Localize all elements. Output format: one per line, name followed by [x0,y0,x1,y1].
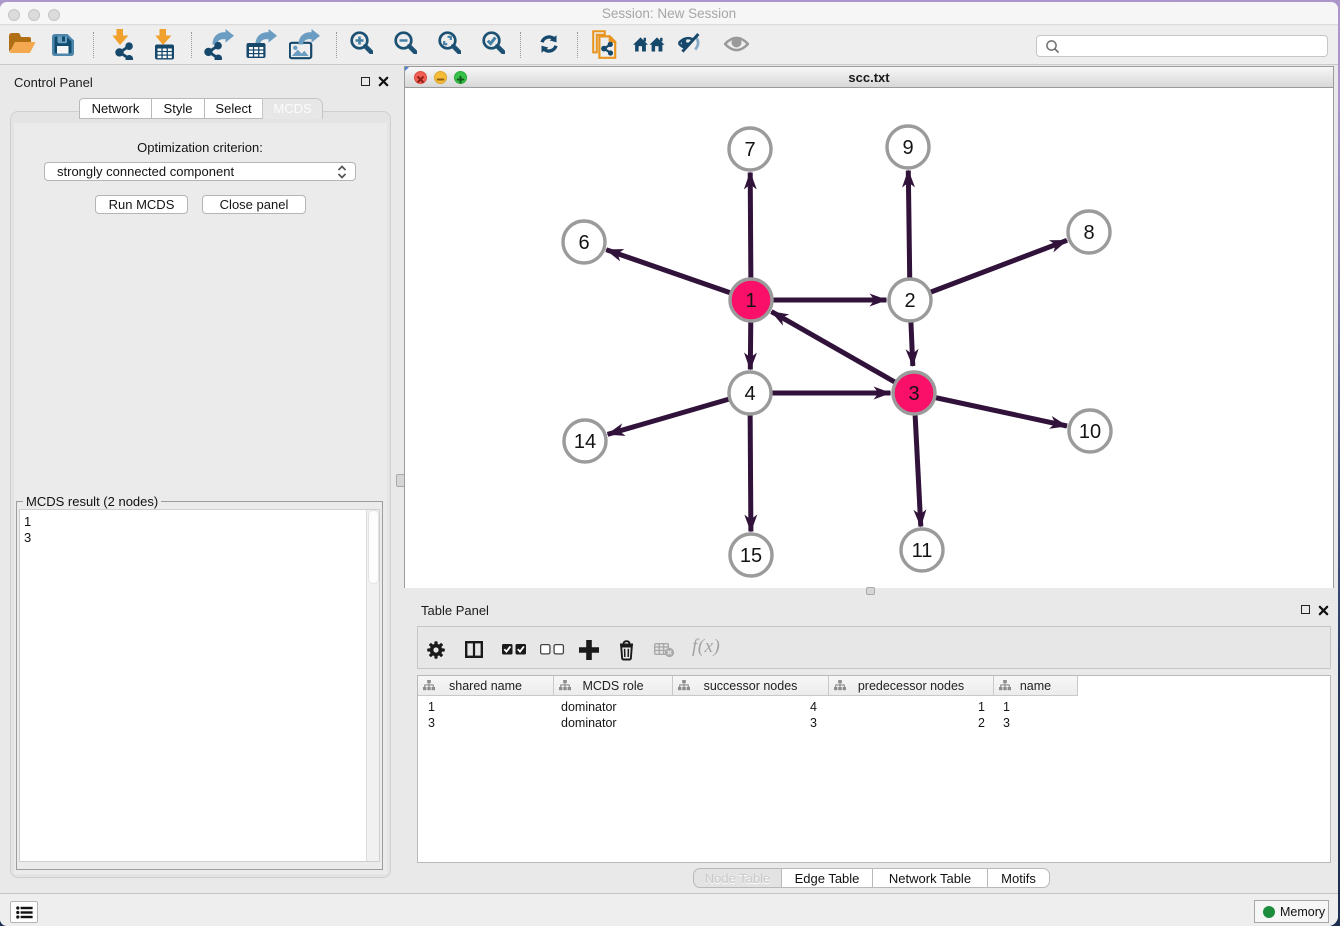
svg-text:3: 3 [908,383,919,405]
svg-text:9: 9 [902,137,913,159]
svg-text:10: 10 [1079,421,1101,443]
svg-text:6: 6 [578,232,589,254]
svg-text:11: 11 [912,540,933,562]
svg-text:7: 7 [744,139,755,161]
svg-text:1: 1 [745,290,756,312]
svg-text:14: 14 [574,431,596,453]
svg-text:4: 4 [744,383,755,405]
svg-text:2: 2 [904,290,915,312]
svg-text:8: 8 [1083,222,1094,244]
svg-text:15: 15 [740,545,762,567]
